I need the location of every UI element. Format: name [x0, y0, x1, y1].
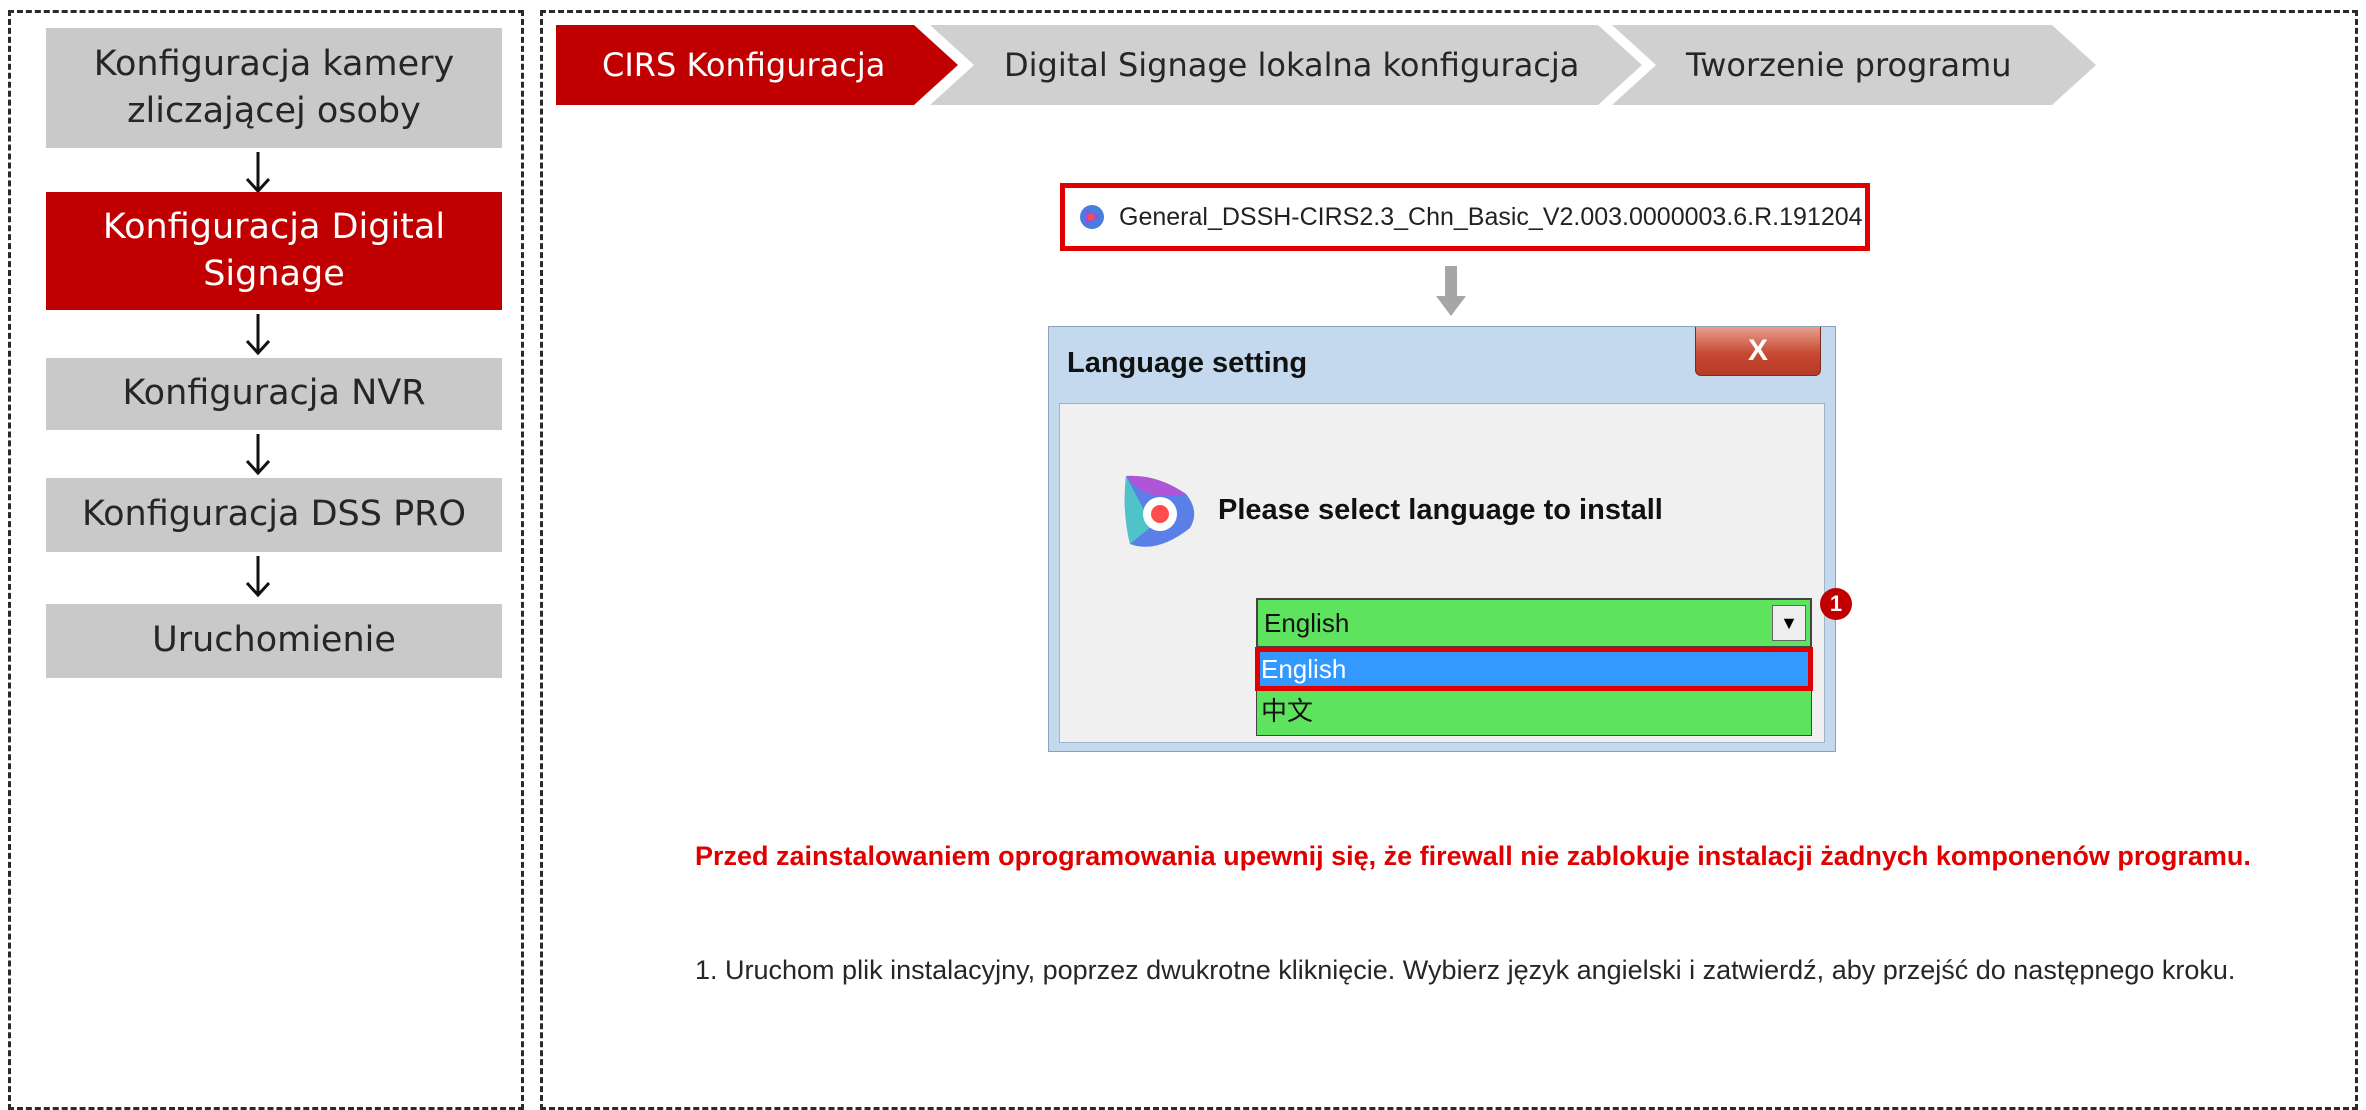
close-button[interactable]: X [1695, 327, 1821, 376]
sidebar-step-digital-signage[interactable]: Konfiguracja Digital Signage [46, 192, 502, 310]
breadcrumb-digital-signage-local[interactable]: Digital Signage lokalna konfiguracja [930, 25, 1642, 105]
breadcrumb-program-creation[interactable]: Tworzenie programu [1612, 25, 2096, 105]
close-icon: X [1747, 334, 1768, 367]
breadcrumb-label: Digital Signage lokalna konfiguracja [1004, 46, 1580, 84]
dialog-title: Language setting [1067, 347, 1308, 379]
sidebar-step-nvr[interactable]: Konfiguracja NVR [46, 358, 502, 430]
language-options: English 中文 [1255, 647, 1813, 736]
language-select-value: English [1264, 607, 1350, 638]
installer-file[interactable]: General_DSSH-CIRS2.3_Chn_Basic_V2.003.00… [1060, 183, 1870, 251]
sidebar-step-launch[interactable]: Uruchomienie [46, 604, 502, 678]
arrow-down-icon [1436, 266, 1466, 316]
install-prompt: Please select language to install [1218, 494, 1663, 526]
chevron-down-icon[interactable]: ▼ [1772, 605, 1806, 641]
dialog-body: Please select language to install Englis… [1059, 403, 1825, 743]
language-select[interactable]: English ▼ [1256, 598, 1812, 648]
installer-file-name: General_DSSH-CIRS2.3_Chn_Basic_V2.003.00… [1119, 202, 1863, 231]
language-option-chinese[interactable]: 中文 [1257, 689, 1811, 729]
language-dialog: Language setting X Please select languag… [1048, 326, 1836, 752]
step-number-badge: 1 [1820, 588, 1852, 620]
install-instruction: 1. Uruchom plik instalacyjny, poprzez dw… [695, 955, 2236, 985]
sidebar-step-people-counting-camera[interactable]: Konfiguracja kamery zliczającej osoby [46, 28, 502, 148]
app-logo-icon [1124, 475, 1195, 547]
language-option-english[interactable]: English [1255, 647, 1813, 691]
breadcrumb-cirs-config[interactable]: CIRS Konfiguracja [556, 25, 958, 105]
breadcrumb-label: CIRS Konfiguracja [602, 46, 886, 84]
app-icon [1080, 205, 1104, 229]
sidebar-step-dss-pro[interactable]: Konfiguracja DSS PRO [46, 478, 502, 552]
firewall-warning: Przed zainstalowaniem oprogramowania upe… [695, 841, 2251, 871]
breadcrumb-label: Tworzenie programu [1686, 46, 2012, 84]
